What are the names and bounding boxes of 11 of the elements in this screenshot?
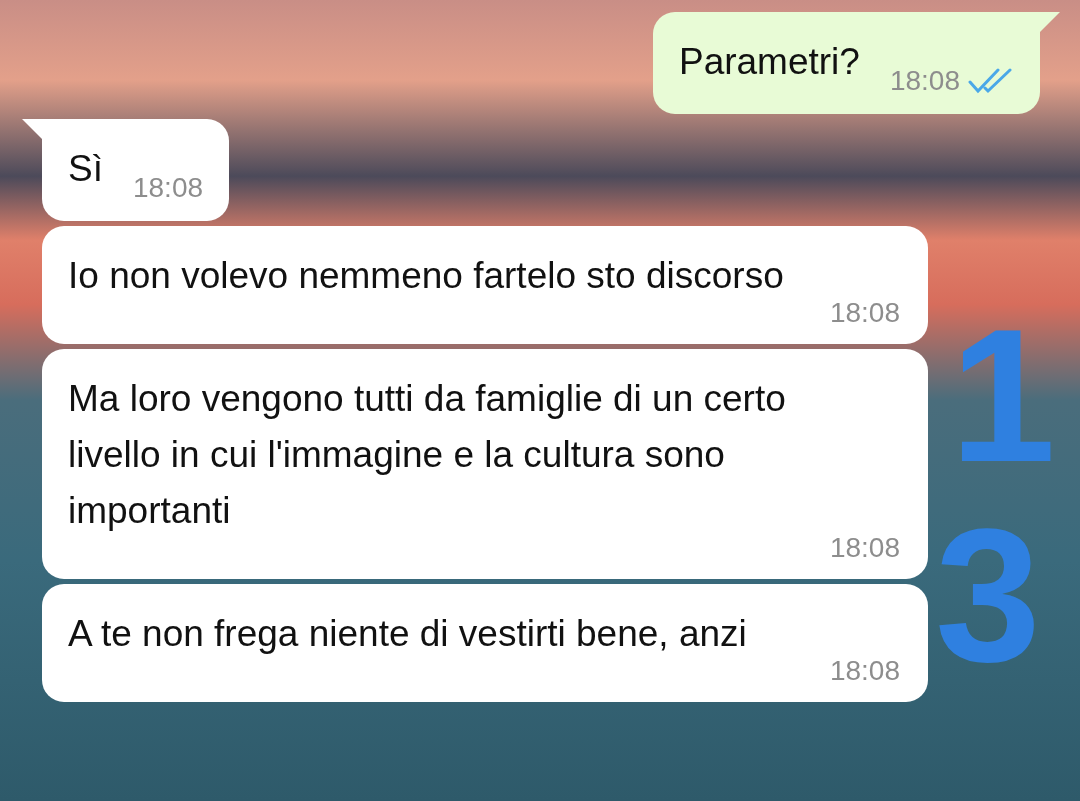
message-time: 18:08	[889, 64, 960, 98]
message-text: A te non frega niente di vestirti bene, anzi	[68, 612, 748, 656]
message-text: Ma loro vengono tutti da famiglie di un certo livello in cui l'immagine e la cultura sono importanti	[68, 377, 787, 533]
handwritten-mark: 3	[935, 500, 1041, 690]
message-time: 18:08	[829, 532, 900, 563]
message-time: 18:08	[132, 171, 204, 205]
message-text: Io non volevo nemmeno fartelo sto discorso	[68, 254, 785, 298]
message-time: 18:08	[829, 655, 900, 686]
message-text: Sì	[68, 147, 103, 191]
message-time: 18:08	[829, 297, 900, 328]
message-text: Parametri?	[678, 40, 860, 84]
